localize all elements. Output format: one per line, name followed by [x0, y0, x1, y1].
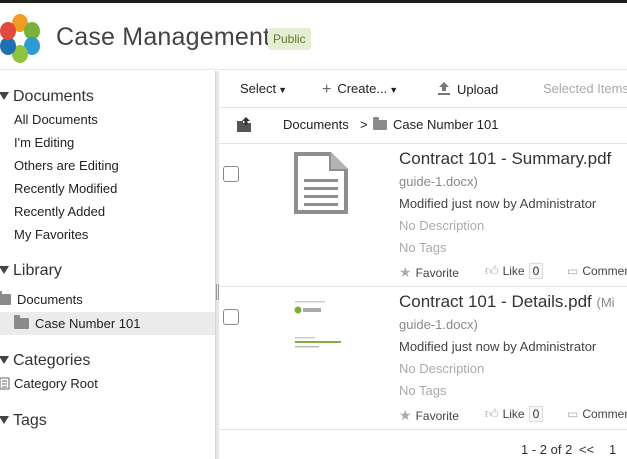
favorite-action[interactable]: ★ Favorite — [399, 407, 459, 424]
site-header: Case Management Public — [0, 3, 627, 70]
tree-item-case-number-101[interactable]: Case Number 101 — [0, 312, 215, 335]
document-version-note: guide-1.docx) — [399, 174, 478, 189]
like-count: 0 — [528, 406, 544, 422]
nav-my-favorites[interactable]: My Favorites — [14, 227, 88, 242]
pagination-prev[interactable]: << — [579, 442, 594, 457]
pagination: 1 - 2 of 2 << 1 — [219, 431, 627, 459]
document-thumbnail-icon[interactable] — [293, 151, 349, 215]
caret-down-icon: ▼ — [389, 85, 399, 95]
nav-recently-added[interactable]: Recently Added — [14, 204, 105, 219]
document-row: Contract 101 - Summary.pdf guide-1.docx)… — [219, 144, 627, 287]
star-icon: ★ — [399, 264, 412, 280]
folder-icon — [373, 117, 387, 130]
select-menu-button[interactable]: Select ▼ — [240, 81, 287, 96]
tree-item-documents[interactable]: Documents — [0, 288, 215, 311]
collapse-triangle-icon — [0, 92, 9, 100]
category-icon — [0, 377, 10, 390]
categories-section-header[interactable]: Categories — [0, 352, 90, 370]
document-row: Contract 101 - Details.pdf (Mi guide-1.d… — [219, 287, 627, 430]
breadcrumb-separator: > — [360, 117, 368, 132]
alfresco-logo[interactable] — [0, 11, 42, 65]
collapse-triangle-icon — [0, 266, 9, 274]
collapse-triangle-icon — [0, 416, 9, 424]
comment-action[interactable]: ▭Comment — [567, 407, 627, 421]
toolbar: Select ▼ + Create... ▼ Upload Selected Item… — [219, 71, 627, 108]
like-action[interactable]: 👍︎ Like 0 — [485, 263, 544, 279]
thumbs-up-icon: 👍︎ — [485, 263, 499, 278]
pagination-page[interactable]: 1 — [609, 442, 616, 457]
breadcrumb-documents[interactable]: Documents — [283, 117, 349, 132]
upload-button[interactable]: Upload — [437, 81, 498, 97]
document-description: No Description — [399, 361, 485, 376]
thumbs-up-icon: 👍︎ — [485, 406, 499, 421]
document-title-link[interactable]: Contract 101 - Summary.pdf — [399, 149, 611, 169]
nav-recently-modified[interactable]: Recently Modified — [14, 181, 117, 196]
pagination-range: 1 - 2 of 2 — [521, 442, 573, 457]
tree-item-category-root[interactable]: Category Root — [0, 372, 215, 395]
plus-icon: + — [322, 81, 332, 98]
document-thumbnail-preview[interactable] — [289, 297, 355, 355]
upload-icon — [438, 82, 450, 95]
selected-items-menu[interactable]: Selected Items — [543, 81, 627, 96]
library-section-header[interactable]: Library — [0, 262, 62, 280]
document-list-panel: Select ▼ + Create... ▼ Upload Selected Item… — [219, 71, 627, 459]
document-tags: No Tags — [399, 240, 447, 255]
document-description: No Description — [399, 218, 485, 233]
nav-all-documents[interactable]: All Documents — [14, 112, 98, 127]
parent-folder-icon[interactable] — [236, 117, 252, 133]
favorite-action[interactable]: ★ Favorite — [399, 264, 459, 281]
site-title: Case Management — [56, 23, 271, 51]
star-icon: ★ — [399, 407, 412, 423]
comment-icon: ▭ — [567, 264, 579, 278]
like-action[interactable]: 👍︎ Like 0 — [485, 406, 544, 422]
documents-section-header[interactable]: Documents — [0, 88, 94, 106]
folder-icon — [0, 291, 11, 305]
tags-section-header[interactable]: Tags — [0, 412, 47, 430]
folder-icon — [14, 315, 29, 329]
document-modified-info: Modified just now by Administrator — [399, 196, 597, 211]
document-version-note: guide-1.docx) — [399, 317, 478, 332]
breadcrumb: Documents > Case Number 101 — [219, 108, 627, 144]
like-count: 0 — [528, 263, 544, 279]
sidebar: Documents All Documents I'm Editing Othe… — [0, 71, 215, 459]
comment-action[interactable]: ▭Comment — [567, 264, 627, 278]
visibility-badge: Public — [268, 28, 311, 50]
document-modified-info: Modified just now by Administrator — [399, 339, 597, 354]
document-tags: No Tags — [399, 383, 447, 398]
row-select-checkbox[interactable] — [223, 309, 239, 325]
row-select-checkbox[interactable] — [223, 166, 239, 182]
comment-icon: ▭ — [567, 407, 579, 421]
document-title-link[interactable]: Contract 101 - Details.pdf (Mi — [399, 292, 615, 312]
breadcrumb-current[interactable]: Case Number 101 — [373, 117, 499, 132]
create-menu-button[interactable]: + Create... ▼ — [322, 81, 398, 99]
nav-others-editing[interactable]: Others are Editing — [14, 158, 119, 173]
collapse-triangle-icon — [0, 356, 9, 364]
caret-down-icon: ▼ — [278, 85, 288, 95]
nav-im-editing[interactable]: I'm Editing — [14, 135, 74, 150]
